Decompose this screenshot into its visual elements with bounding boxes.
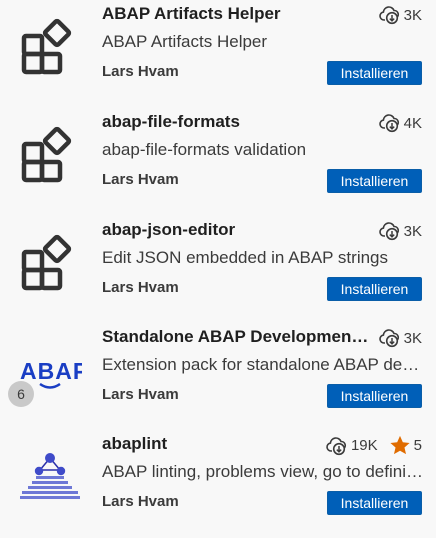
extension-publisher[interactable]: Lars Hvam xyxy=(102,63,179,80)
download-count: 3K xyxy=(378,328,422,348)
extension-item[interactable]: ABAP Standalone ABAP Development Extensi… xyxy=(0,323,436,431)
extension-item[interactable]: abap-file-formats 4K abap-file-formats v… xyxy=(0,108,436,216)
extension-publisher[interactable]: Lars Hvam xyxy=(102,279,179,296)
download-count: 3K xyxy=(378,5,422,25)
cloud-download-icon xyxy=(326,436,348,456)
svg-text:ABAP: ABAP xyxy=(20,358,82,384)
abaplint-logo-icon xyxy=(18,444,82,508)
cloud-download-icon xyxy=(378,113,401,133)
install-button[interactable]: Installieren xyxy=(327,384,422,408)
install-button[interactable]: Installieren xyxy=(327,169,422,193)
extension-name[interactable]: ABAP Artifacts Helper xyxy=(102,4,370,24)
install-button[interactable]: Installieren xyxy=(327,491,422,515)
cloud-download-icon xyxy=(378,221,401,241)
install-button[interactable]: Installieren xyxy=(327,277,422,301)
star-icon xyxy=(389,435,411,456)
cloud-download-icon xyxy=(378,5,401,25)
extension-description: ABAP linting, problems view, go to defin… xyxy=(102,462,424,481)
download-count: 3K xyxy=(378,221,422,241)
rating-text: 5 xyxy=(413,437,422,454)
extension-description: ABAP Artifacts Helper xyxy=(102,32,268,51)
extension-name[interactable]: Standalone ABAP Development Extension Pa… xyxy=(102,327,370,347)
extensions-placeholder-icon xyxy=(18,14,82,78)
install-button[interactable]: Installieren xyxy=(327,61,422,85)
extension-stats: 19K 5 xyxy=(326,435,422,456)
download-count-text: 3K xyxy=(403,329,422,347)
extension-name[interactable]: abap-json-editor xyxy=(102,220,370,240)
extension-item[interactable]: abaplint 19K 5 ABAP linting, problems vi… xyxy=(0,430,436,538)
extensions-placeholder-icon xyxy=(18,230,82,294)
download-count-text: 3K xyxy=(403,6,422,24)
extension-description: Extension pack for standalone ABAP devel… xyxy=(102,355,424,374)
download-count-text: 3K xyxy=(403,222,422,240)
download-count-text: 4K xyxy=(403,114,422,132)
extension-item[interactable]: abap-json-editor 3K Edit JSON embedded i… xyxy=(0,216,436,324)
extensions-placeholder-icon xyxy=(18,122,82,186)
extension-description: abap-file-formats validation xyxy=(102,140,307,159)
cloud-download-icon xyxy=(378,328,401,348)
extensions-list: ABAP Artifacts Helper 3K ABAP Artifacts … xyxy=(0,0,436,536)
extension-name[interactable]: abap-file-formats xyxy=(102,112,370,132)
extension-description: Edit JSON embedded in ABAP strings xyxy=(102,248,389,267)
extension-publisher[interactable]: Lars Hvam xyxy=(102,171,179,188)
download-count-text: 19K xyxy=(350,437,378,454)
extension-publisher[interactable]: Lars Hvam xyxy=(102,386,179,403)
download-count: 4K xyxy=(378,113,422,133)
extension-item[interactable]: ABAP Artifacts Helper 3K ABAP Artifacts … xyxy=(0,0,436,108)
extension-pack-count-badge: 6 xyxy=(8,381,34,407)
extension-publisher[interactable]: Lars Hvam xyxy=(102,493,179,510)
